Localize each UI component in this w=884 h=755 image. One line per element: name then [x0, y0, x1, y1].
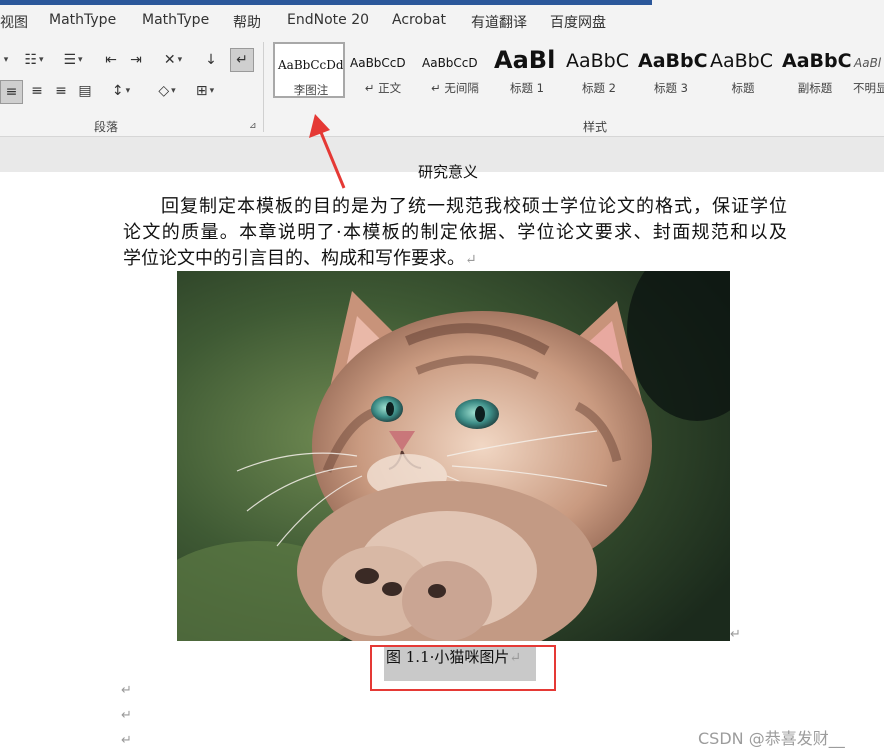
paragraph-group-label: 段落 — [94, 120, 119, 134]
red-highlight-box — [370, 645, 556, 691]
style-name: 标题 3 — [654, 81, 688, 95]
style-name: 不明显 — [853, 81, 884, 95]
multilevel-list-icon[interactable]: ☰ ▾ — [57, 49, 89, 71]
borders-icon[interactable]: ⊞ ▾ — [188, 80, 222, 102]
style-sample: AaBbC — [782, 50, 851, 72]
paragraph-line: 学位论文中的引言目的、构成和写作要求。↵ — [123, 246, 787, 273]
paragraph-mark: ↵ — [730, 627, 741, 642]
kitten-photo[interactable] — [177, 271, 730, 641]
bullets-dropdown-icon[interactable]: ▾ — [0, 49, 10, 71]
style-name: 副标题 — [797, 81, 833, 95]
justify-icon[interactable]: ▤ — [74, 80, 96, 102]
decrease-indent-icon[interactable]: ⇤ — [100, 49, 122, 71]
style-sample: AaBl — [494, 46, 556, 74]
paragraph-line: 论文的质量。本章说明了·本模板的制定依据、学位论文要求、封面规范和以及 — [123, 222, 787, 243]
align-right-icon[interactable]: ≡ — [50, 80, 72, 102]
style-sample: AaBbCcDdI — [278, 58, 345, 72]
chinese-layout-icon[interactable]: ✕ ▾ — [156, 49, 190, 71]
styles-group-label: 样式 — [583, 120, 608, 134]
style-name: 李图注 — [293, 83, 329, 97]
style-sample: AaBbC — [710, 50, 774, 72]
document-page[interactable]: 研究意义 回复制定本模板的目的是为了统一规范我校硕士学位论文的格式，保证学位 论… — [0, 163, 884, 755]
tab-help[interactable]: 帮助 — [233, 12, 261, 32]
style-heading-1[interactable]: AaBl 标题 1 — [491, 42, 563, 98]
watermark-text: CSDN @恭喜发财__ — [698, 729, 845, 748]
align-center-icon[interactable]: ≡ — [26, 80, 48, 102]
style-title[interactable]: AaBbC 标题 — [707, 42, 779, 98]
tab-youdao[interactable]: 有道翻译 — [471, 12, 527, 32]
style-sample: AaBl — [854, 56, 882, 70]
show-formatting-marks-icon[interactable]: ↵ — [230, 48, 254, 72]
tab-view[interactable]: 视图 — [0, 12, 28, 32]
style-no-spacing[interactable]: AaBbCcD ↵ 无间隔 — [419, 42, 491, 98]
paragraph-mark: ↵ — [465, 252, 477, 268]
empty-paragraph-mark: ↵ — [121, 683, 132, 698]
tab-baidu-netdisk[interactable]: 百度网盘 — [550, 12, 606, 32]
ribbon-home: ▾ ☷ ▾ ☰ ▾ ⇤ ⇥ ✕ ▾ ↓ ↵ ≡ ≡ ≡ ▤ ↕ ▾ ◇ ▾ ⊞ ▾ 段落 ⊿… — [0, 38, 884, 137]
style-body[interactable]: AaBbCcD ↵ 正文 — [347, 42, 419, 98]
style-sample: AaBbC — [566, 50, 630, 72]
ribbon-tab-bar: 视图 MathType MathType 帮助 EndNote 20 Acrob… — [0, 5, 884, 38]
style-li-caption[interactable]: AaBbCcDdI 李图注 — [273, 42, 345, 98]
align-left-icon[interactable]: ≡ — [0, 80, 23, 104]
style-name: 标题 — [731, 81, 755, 95]
empty-paragraph-mark: ↵ — [121, 708, 132, 723]
style-name: 标题 1 — [510, 81, 544, 95]
line-spacing-icon[interactable]: ↕ ▾ — [104, 80, 138, 102]
group-divider — [263, 42, 264, 132]
style-sample: AaBbCcD — [422, 56, 478, 70]
section-heading-partial: 研究意义 — [418, 163, 479, 181]
paragraph-line-text: 学位论文中的引言目的、构成和写作要求。 — [123, 248, 465, 269]
tab-mathtype-2[interactable]: MathType — [142, 12, 209, 28]
style-name: ↵ 正文 — [364, 81, 402, 95]
numbering-icon[interactable]: ☷ ▾ — [18, 49, 50, 71]
style-subtle[interactable]: AaBl 不明显 — [851, 42, 884, 98]
style-subtitle[interactable]: AaBbC 副标题 — [779, 42, 851, 98]
tab-mathtype-1[interactable]: MathType — [49, 12, 116, 28]
body-paragraph[interactable]: 回复制定本模板的目的是为了统一规范我校硕士学位论文的格式，保证学位 论文的质量。… — [123, 194, 787, 273]
style-heading-2[interactable]: AaBbC 标题 2 — [563, 42, 635, 98]
style-name: 标题 2 — [582, 81, 616, 95]
tab-endnote[interactable]: EndNote 20 — [287, 12, 369, 28]
empty-paragraph-mark: ↵ — [121, 733, 132, 748]
style-sample: AaBbCcD — [350, 56, 406, 70]
paragraph-line: 回复制定本模板的目的是为了统一规范我校硕士学位论文的格式，保证学位 — [161, 196, 787, 217]
increase-indent-icon[interactable]: ⇥ — [125, 49, 147, 71]
styles-gallery: AaBbCcDdI 李图注 AaBbCcD ↵ 正文 AaBbCcD ↵ 无间隔… — [270, 42, 884, 102]
shading-icon[interactable]: ◇ ▾ — [150, 80, 184, 102]
style-sample: AaBbC — [638, 50, 707, 72]
style-name: ↵ 无间隔 — [431, 81, 479, 95]
tab-acrobat[interactable]: Acrobat — [392, 12, 446, 28]
style-heading-3[interactable]: AaBbC 标题 3 — [635, 42, 707, 98]
paragraph-dialog-launcher-icon[interactable]: ⊿ — [249, 121, 257, 131]
sort-icon[interactable]: ↓ — [199, 49, 223, 71]
